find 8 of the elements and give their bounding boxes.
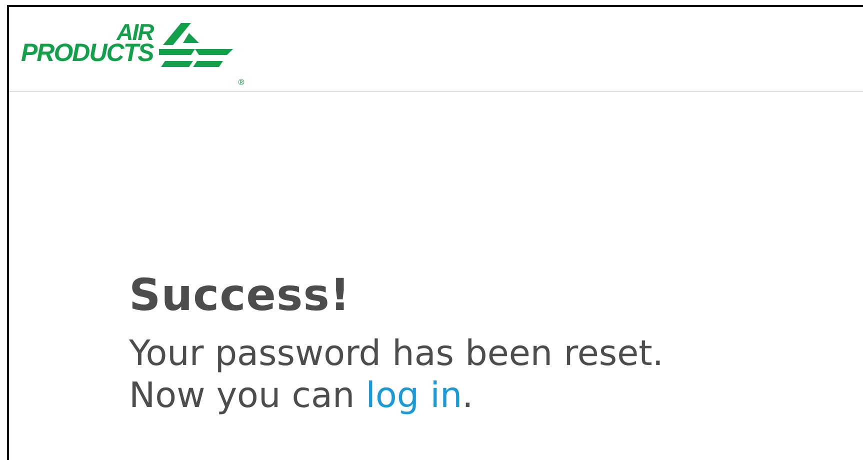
logo-text: AIR xyxy=(116,23,154,43)
registered-mark: ® xyxy=(237,77,246,89)
message-text: Your password has been reset. xyxy=(129,332,664,375)
logo-icon xyxy=(159,23,234,67)
success-heading: Success! xyxy=(129,270,352,323)
message-text: Now you can log in. xyxy=(129,374,474,417)
login-link[interactable]: log in xyxy=(366,376,462,416)
logo-text: PRODUCTS xyxy=(21,42,154,64)
